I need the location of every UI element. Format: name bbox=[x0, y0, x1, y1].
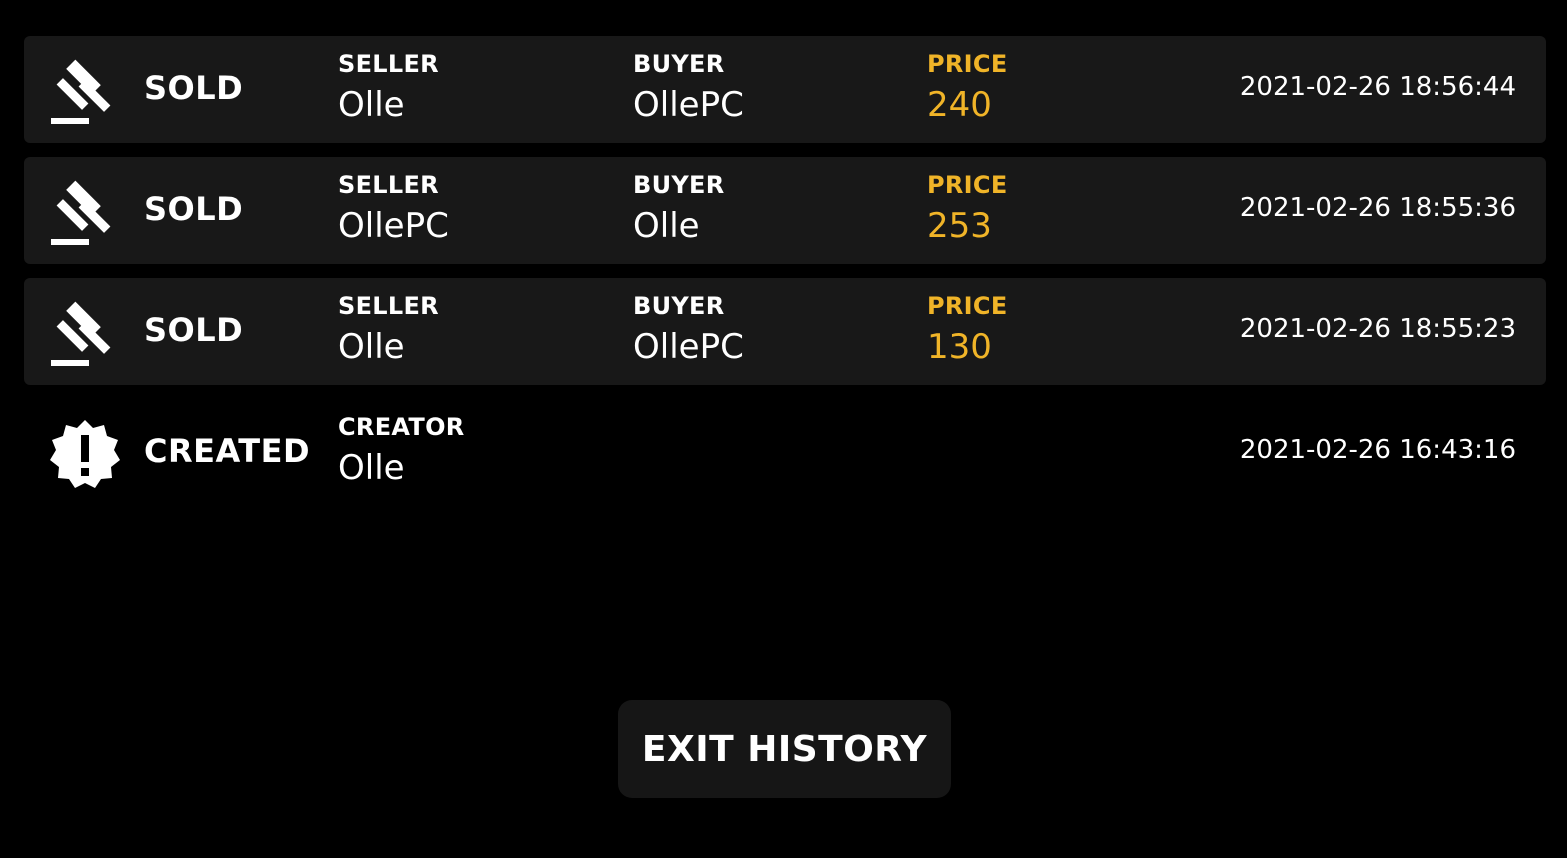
creator-label: CREATOR bbox=[338, 413, 465, 441]
buyer-value: OllePC bbox=[633, 327, 744, 367]
buyer-label: BUYER bbox=[633, 292, 725, 320]
history-entry-sold: SOLD SELLER Olle BUYER OllePC PRICE 240 … bbox=[24, 36, 1546, 143]
price-label: PRICE bbox=[927, 171, 1008, 199]
event-type-label: SOLD bbox=[144, 311, 244, 349]
gavel-icon bbox=[50, 177, 120, 247]
seller-label: SELLER bbox=[338, 292, 439, 320]
buyer-value: Olle bbox=[633, 206, 700, 246]
price-field: PRICE 130 bbox=[927, 294, 1008, 364]
alert-badge-icon bbox=[50, 419, 120, 489]
seller-label: SELLER bbox=[338, 50, 439, 78]
price-label: PRICE bbox=[927, 50, 1008, 78]
event-type-label: SOLD bbox=[144, 69, 244, 107]
exit-history-button[interactable]: EXIT HISTORY bbox=[618, 700, 951, 798]
history-entry-created: CREATED CREATOR Olle 2021-02-26 16:43:16 bbox=[24, 399, 1546, 506]
price-label: PRICE bbox=[927, 292, 1008, 320]
buyer-label: BUYER bbox=[633, 50, 725, 78]
gavel-icon bbox=[50, 298, 120, 368]
seller-value: OllePC bbox=[338, 206, 449, 246]
buyer-field: BUYER Olle bbox=[633, 173, 725, 243]
buyer-label: BUYER bbox=[633, 171, 725, 199]
price-value: 130 bbox=[927, 327, 992, 367]
timestamp: 2021-02-26 18:55:36 bbox=[1239, 193, 1516, 223]
price-value: 253 bbox=[927, 206, 992, 246]
seller-value: Olle bbox=[338, 327, 405, 367]
event-type-label: SOLD bbox=[144, 190, 244, 228]
buyer-field: BUYER OllePC bbox=[633, 294, 744, 364]
seller-label: SELLER bbox=[338, 171, 439, 199]
gavel-icon bbox=[50, 56, 120, 126]
seller-field: SELLER Olle bbox=[338, 294, 439, 364]
history-list: SOLD SELLER Olle BUYER OllePC PRICE 240 … bbox=[24, 36, 1546, 520]
buyer-value: OllePC bbox=[633, 85, 744, 125]
creator-field: CREATOR Olle bbox=[338, 415, 465, 485]
history-entry-sold: SOLD SELLER Olle BUYER OllePC PRICE 130 … bbox=[24, 278, 1546, 385]
history-entry-sold: SOLD SELLER OllePC BUYER Olle PRICE 253 … bbox=[24, 157, 1546, 264]
event-type-label: CREATED bbox=[144, 432, 311, 470]
timestamp: 2021-02-26 16:43:16 bbox=[1239, 435, 1516, 465]
creator-value: Olle bbox=[338, 448, 405, 488]
price-value: 240 bbox=[927, 85, 992, 125]
timestamp: 2021-02-26 18:56:44 bbox=[1239, 72, 1516, 102]
seller-value: Olle bbox=[338, 85, 405, 125]
price-field: PRICE 253 bbox=[927, 173, 1008, 243]
timestamp: 2021-02-26 18:55:23 bbox=[1239, 314, 1516, 344]
seller-field: SELLER Olle bbox=[338, 52, 439, 122]
price-field: PRICE 240 bbox=[927, 52, 1008, 122]
buyer-field: BUYER OllePC bbox=[633, 52, 744, 122]
seller-field: SELLER OllePC bbox=[338, 173, 449, 243]
